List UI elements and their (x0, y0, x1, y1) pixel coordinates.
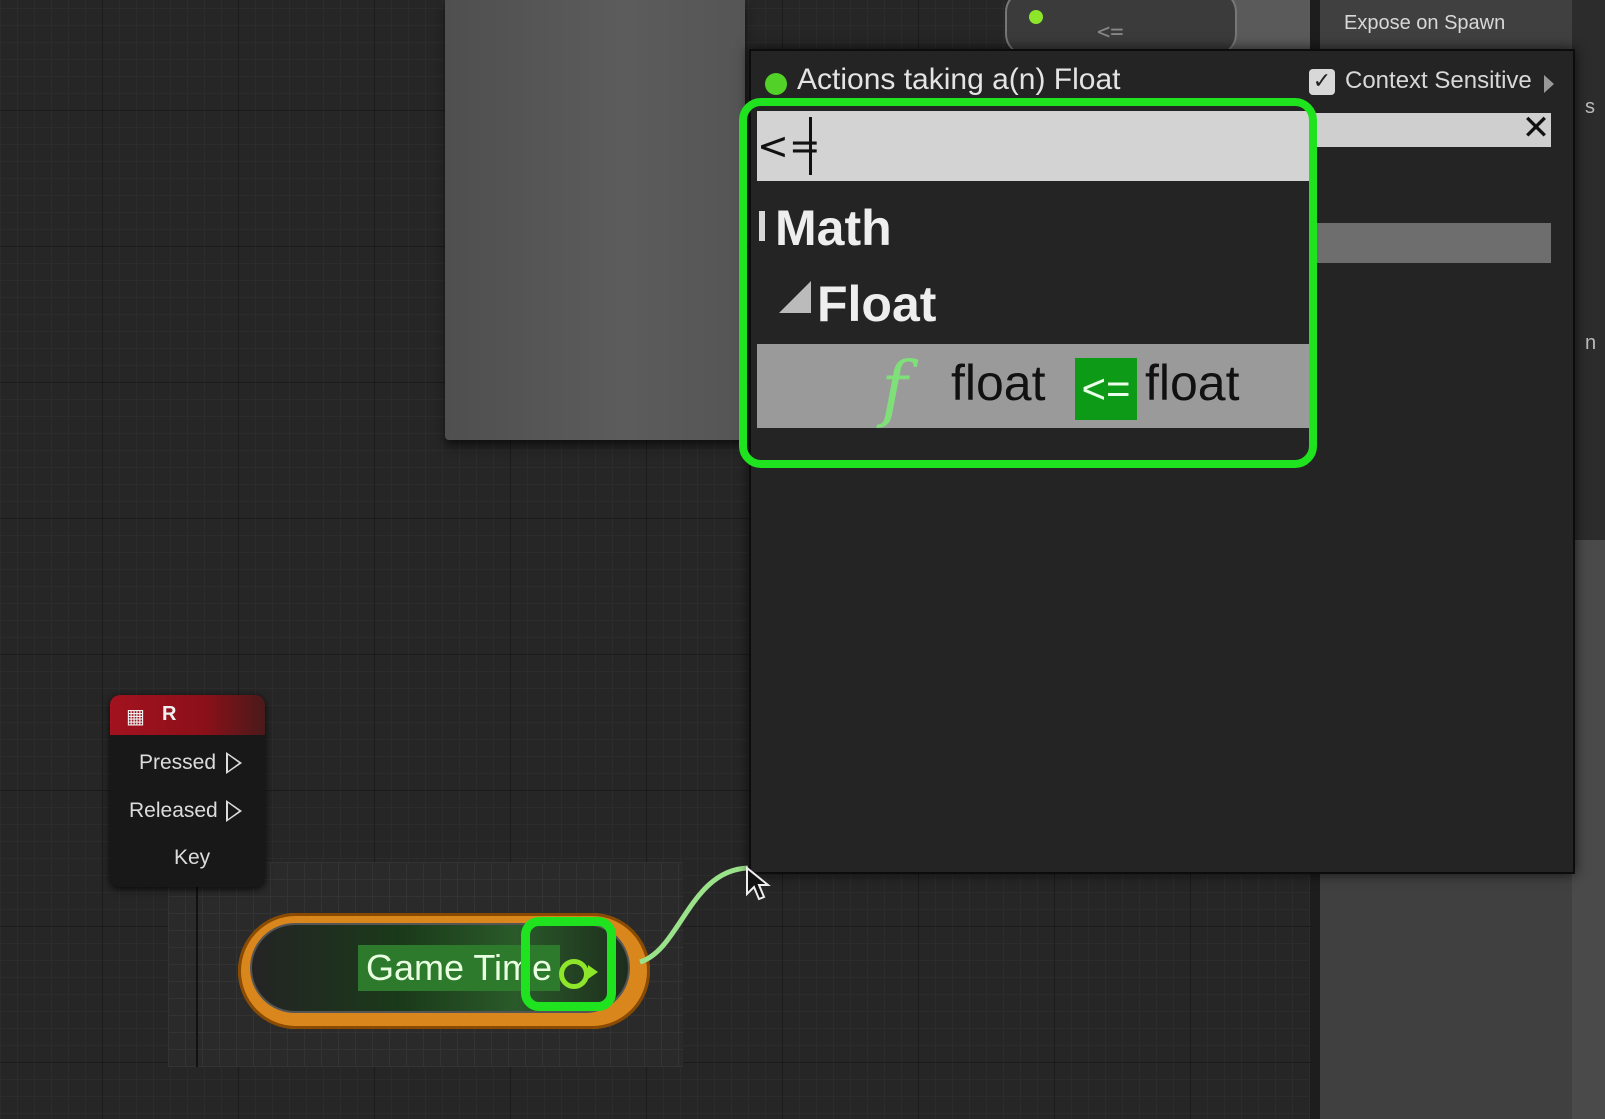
game-time-node-body[interactable]: Game Time (250, 923, 630, 1013)
compare-node[interactable]: <= (1005, 0, 1237, 56)
key-pin-label: Key (174, 846, 211, 869)
details-edge-text: n (1585, 332, 1597, 354)
category-math[interactable]: Math (775, 199, 892, 257)
context-sensitive-label: Context Sensitive (1345, 67, 1532, 94)
category-float[interactable]: Float (817, 275, 936, 333)
comment-box (445, 0, 745, 440)
released-exec-pin-icon[interactable] (226, 800, 242, 822)
collapse-arrow-icon[interactable] (759, 211, 765, 241)
float-pin-icon[interactable] (1029, 10, 1043, 24)
search-input[interactable] (757, 111, 1311, 181)
compare-node-label: <= (1097, 20, 1124, 45)
menu-row-gray (1311, 223, 1551, 263)
context-sensitive-checkbox[interactable]: ✓ (1309, 69, 1335, 95)
divider-line (196, 862, 198, 1067)
input-key-event-node[interactable]: ▦ R Pressed Released Key (110, 695, 265, 887)
clear-search-icon[interactable]: ✕ (1520, 111, 1552, 145)
action-menu-title: Actions taking a(n) Float (797, 63, 1121, 96)
result-operand-right: float (1145, 355, 1240, 411)
pressed-pin-label: Pressed (139, 751, 217, 774)
event-node-title: R (162, 703, 177, 725)
event-node-header[interactable]: ▦ R (110, 695, 265, 735)
float-type-icon (765, 73, 787, 95)
details-scrollbar-lower (1572, 540, 1605, 1119)
chevron-right-icon[interactable] (1544, 75, 1554, 93)
action-menu[interactable]: Actions taking a(n) Float ✓ Context Sens… (749, 49, 1575, 874)
expand-triangle-icon[interactable] (779, 281, 811, 313)
search-bar-extension[interactable] (1311, 113, 1551, 147)
pressed-exec-pin-icon[interactable] (226, 752, 242, 774)
result-operand-left: float (951, 355, 1046, 411)
game-time-label: Game Time (358, 945, 561, 991)
details-edge-text: s (1585, 96, 1595, 118)
released-pin-label: Released (129, 799, 218, 822)
text-caret (809, 117, 812, 175)
float-output-pin-icon[interactable] (559, 959, 589, 989)
expose-on-spawn-label: Expose on Spawn (1344, 12, 1506, 34)
function-icon: f (881, 346, 908, 430)
pin-arrow-icon (588, 965, 598, 979)
keyboard-icon: ▦ (126, 704, 145, 728)
mouse-cursor-icon (746, 866, 771, 901)
result-operator-highlight: <= (1075, 358, 1137, 420)
game-time-node[interactable]: Game Time (238, 913, 650, 1029)
result-item-float-lessequal-float[interactable]: f float <= float (757, 344, 1311, 430)
